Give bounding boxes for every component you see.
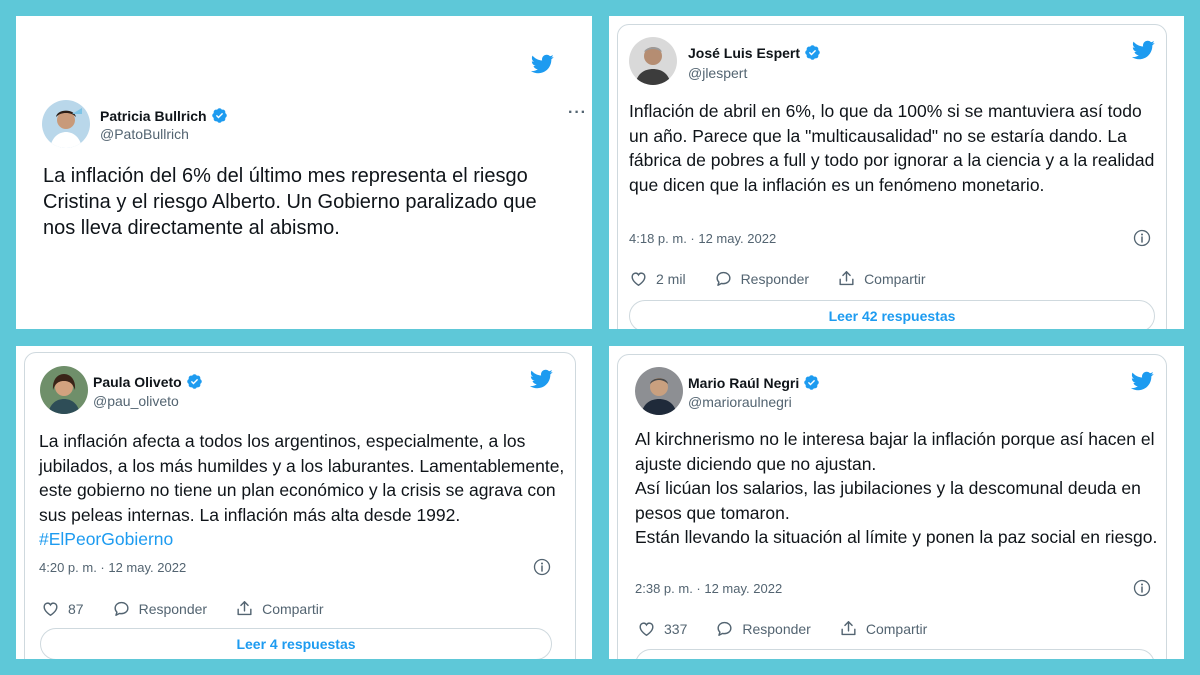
author-handle[interactable]: @PatoBullrich [100,126,189,142]
author-handle[interactable]: @marioraulnegri [688,394,792,410]
tweet-panel-espert: José Luis Espert @jlespert Inflación de … [609,16,1184,329]
author-name[interactable]: Mario Raúl Negri [688,375,799,391]
reply-button[interactable]: Responder [715,619,811,638]
more-options-icon[interactable]: ··· [568,104,587,122]
avatar[interactable] [42,100,90,148]
reply-label: Responder [742,620,811,637]
reply-label: Responder [138,600,208,617]
tweet-text: La inflación del 6% del último mes repre… [43,165,537,239]
author-name[interactable]: José Luis Espert [688,45,800,61]
avatar[interactable] [635,367,683,415]
twitter-bird-icon[interactable] [530,52,554,76]
tweet-card: Mario Raúl Negri @marioraulnegri Al kirc… [617,354,1167,659]
share-button[interactable]: Compartir [235,599,324,618]
tweet-timestamp[interactable]: 2:38 p. m. · 12 may. 2022 [635,581,782,596]
share-label: Compartir [864,270,926,287]
reply-icon [714,269,733,288]
like-button[interactable]: 2 mil [629,269,686,288]
share-label: Compartir [262,600,324,617]
read-replies-button[interactable] [635,649,1155,659]
heart-icon [41,599,60,618]
read-replies-button[interactable]: Leer 4 respuestas [40,628,552,659]
verified-badge-icon [186,373,203,390]
info-icon[interactable] [1132,578,1152,598]
verified-badge-icon [803,374,820,391]
reply-icon [715,619,734,638]
like-count: 87 [68,600,84,617]
tweet-text: Al kirchnerismo no le interesa bajar la … [635,427,1163,550]
twitter-bird-icon[interactable] [529,367,553,391]
reply-label: Responder [740,270,810,287]
author-name[interactable]: Paula Oliveto [93,374,182,390]
tweet-timestamp[interactable]: 4:20 p. m. · 12 may. 2022 [39,560,186,575]
tweet-paragraph: Están llevando la situación al límite y … [635,527,1158,547]
tweet-text: La inflación afecta a todos los argentin… [39,429,569,552]
author-handle[interactable]: @pau_oliveto [93,393,179,409]
avatar[interactable] [40,366,88,414]
tweet-paragraph: Así licúan los salarios, las jubilacione… [635,478,1141,523]
tweet-card: Paula Oliveto @pau_oliveto La inflación … [24,352,576,659]
share-icon [235,599,254,618]
twitter-bird-icon[interactable] [1131,38,1155,62]
share-button[interactable]: Compartir [837,269,926,288]
reply-button[interactable]: Responder [714,269,810,288]
tweet-timestamp[interactable]: 4:18 p. m. · 12 may. 2022 [629,231,776,246]
hashtag-link[interactable]: #ElPeorGobierno [39,529,173,549]
heart-icon [637,619,656,638]
tweet-body: La inflación afecta a todos los argentin… [39,431,565,525]
twitter-bird-icon[interactable] [1130,369,1154,393]
like-count: 2 mil [656,270,686,287]
info-icon[interactable] [1132,228,1152,248]
tweet-panel-bullrich: Patricia Bullrich @PatoBullrich ··· La i… [16,16,592,329]
tweet-paragraph: Al kirchnerismo no le interesa bajar la … [635,429,1155,474]
tweet-panel-oliveto: Paula Oliveto @pau_oliveto La inflación … [16,346,592,659]
heart-icon [629,269,648,288]
like-button[interactable]: 337 [637,619,687,638]
author-name[interactable]: Patricia Bullrich [100,108,207,124]
verified-badge-icon [804,44,821,61]
info-icon[interactable] [532,557,552,577]
share-icon [839,619,858,638]
share-button[interactable]: Compartir [839,619,927,638]
read-replies-button[interactable]: Leer 42 respuestas [629,300,1155,329]
reply-button[interactable]: Responder [112,599,208,618]
like-button[interactable]: 87 [41,599,84,618]
verified-badge-icon [211,107,228,124]
tweet-panel-negri: Mario Raúl Negri @marioraulnegri Al kirc… [609,346,1184,659]
tweet-card: José Luis Espert @jlespert Inflación de … [617,24,1167,329]
like-count: 337 [664,620,688,637]
share-label: Compartir [865,620,928,637]
author-handle[interactable]: @jlespert [688,65,747,81]
avatar[interactable] [629,37,677,85]
share-icon [837,269,856,288]
tweet-text: Inflación de abril en 6%, lo que da 100%… [629,101,1155,195]
reply-icon [112,599,131,618]
